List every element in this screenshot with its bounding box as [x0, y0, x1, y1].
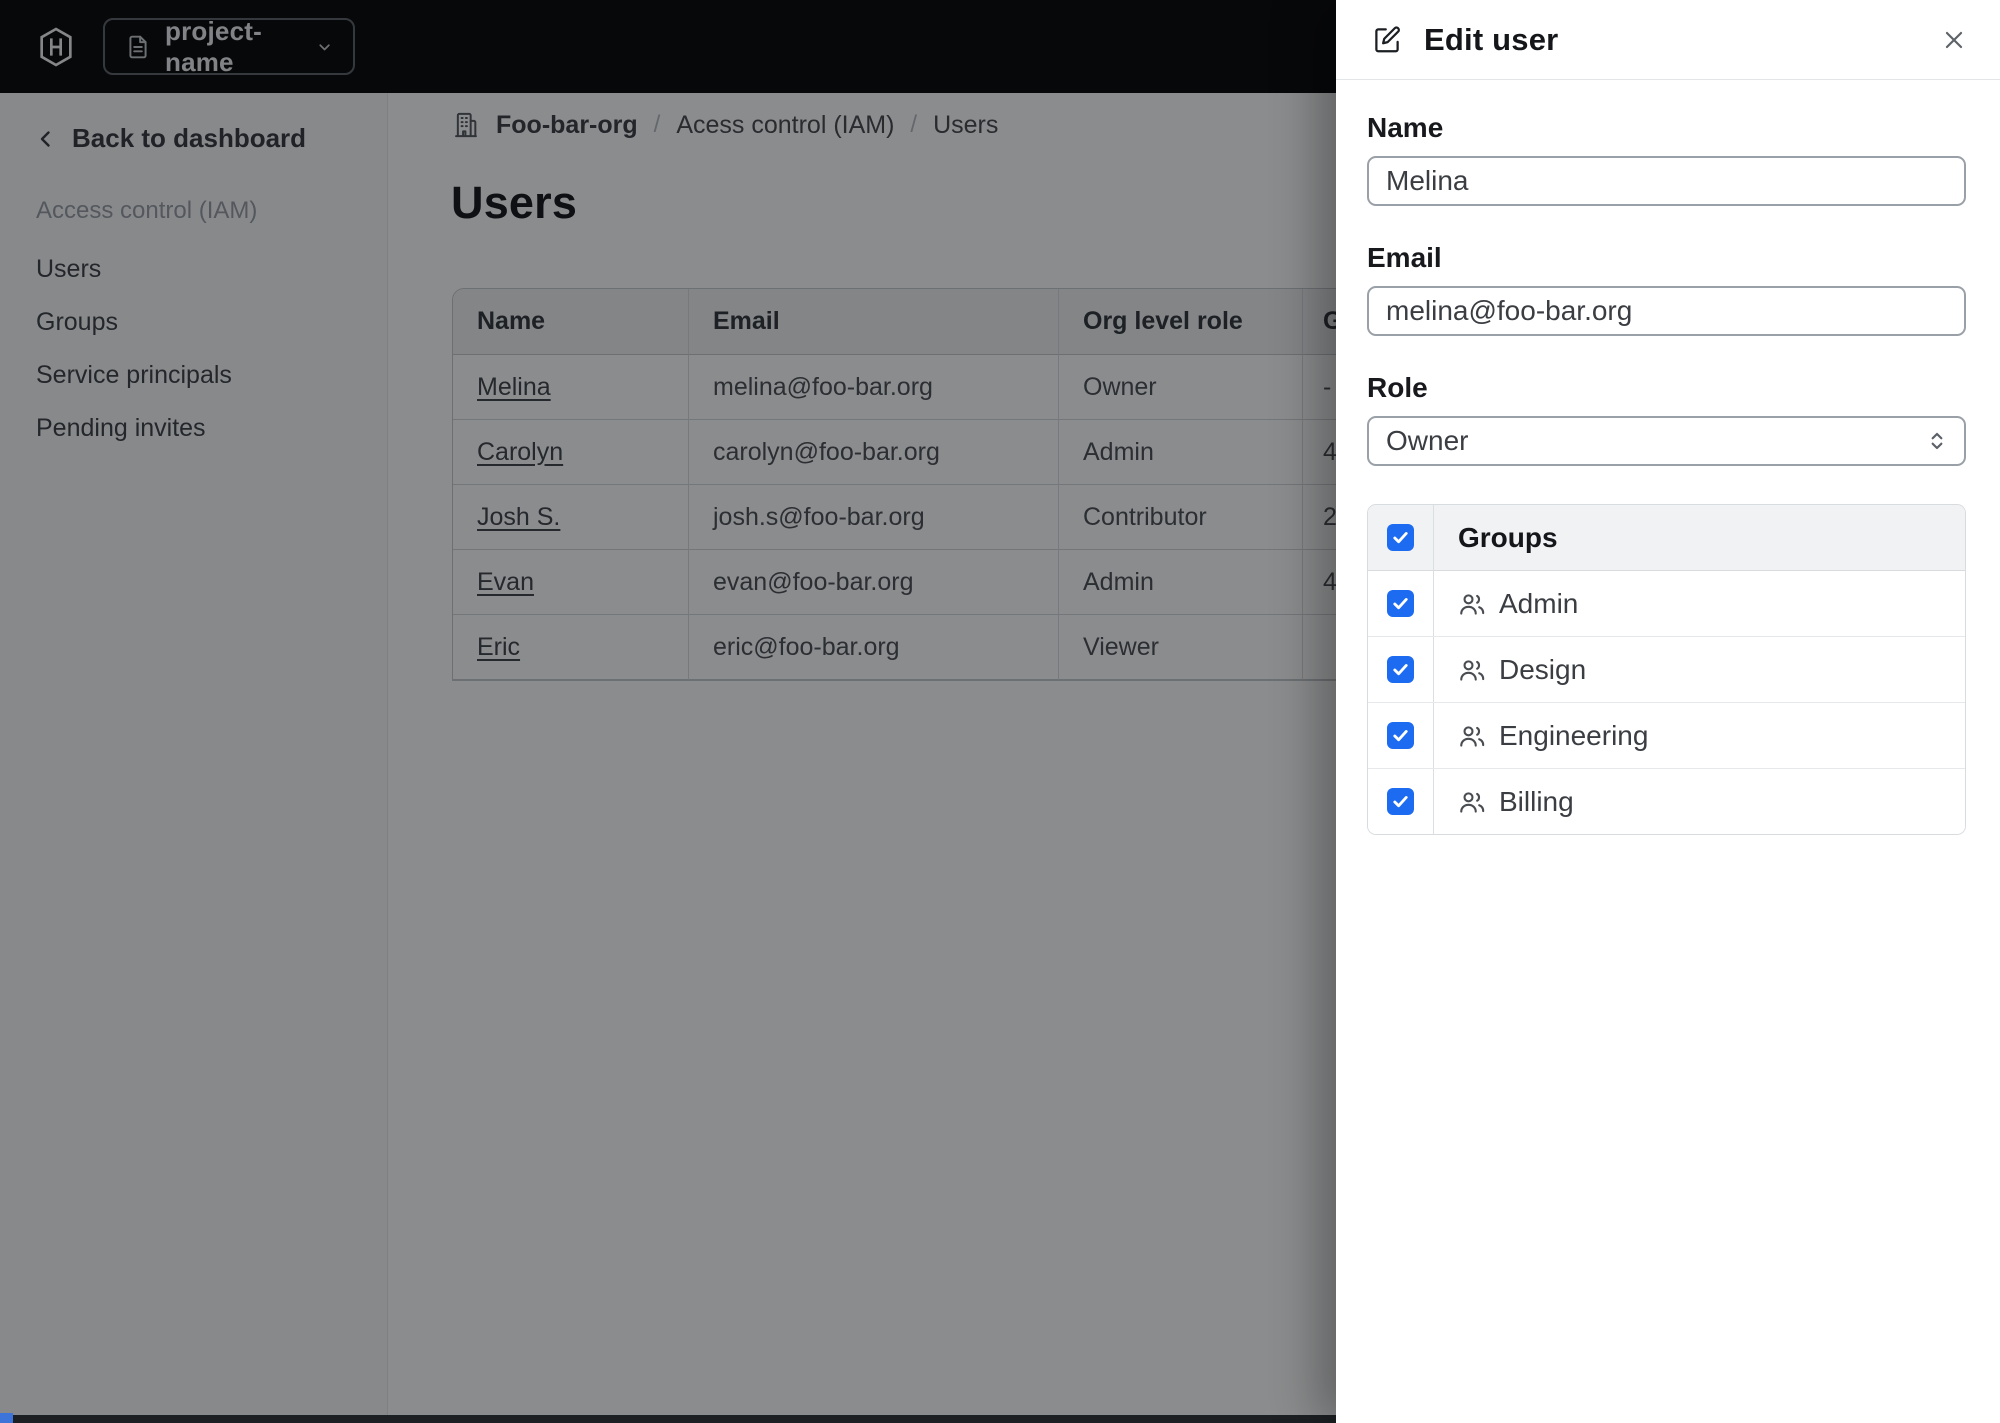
- role-field-label: Role: [1367, 372, 1428, 403]
- group-label: Admin: [1499, 587, 1579, 619]
- group-checkbox[interactable]: [1387, 788, 1414, 815]
- drawer-body: Name Email Role Owner: [1336, 112, 2000, 835]
- users-group-icon: [1460, 725, 1485, 747]
- checkmark-icon: [1393, 664, 1408, 676]
- group-row-billing: Billing: [1368, 769, 1965, 834]
- app-root: project-name Back to dashboard Access co…: [0, 0, 2000, 1423]
- checkmark-icon: [1393, 796, 1408, 808]
- users-group-icon: [1460, 659, 1485, 681]
- role-select-value: Owner: [1386, 425, 1469, 456]
- groups-card: Groups Admin Design Engineering Billing: [1367, 504, 1966, 835]
- modal-overlay[interactable]: [0, 0, 1336, 1423]
- role-select[interactable]: Owner: [1367, 416, 1966, 466]
- groups-header-row: Groups: [1368, 505, 1965, 571]
- email-field[interactable]: [1367, 286, 1966, 336]
- checkmark-icon: [1393, 532, 1408, 544]
- edit-pencil-square-icon: [1375, 26, 1400, 52]
- group-row-admin: Admin: [1368, 571, 1965, 637]
- group-label: Billing: [1499, 785, 1574, 817]
- users-group-icon: [1460, 593, 1485, 615]
- group-checkbox[interactable]: [1387, 722, 1414, 749]
- name-field-label: Name: [1367, 112, 1444, 143]
- close-icon[interactable]: [1932, 18, 1976, 62]
- drawer-header: Edit user: [1336, 0, 2000, 80]
- checkmark-icon: [1393, 598, 1408, 610]
- group-row-design: Design: [1368, 637, 1965, 703]
- corner-accent: [0, 1413, 13, 1423]
- group-label: Engineering: [1499, 719, 1649, 751]
- drawer-title: Edit user: [1424, 21, 1559, 57]
- group-checkbox[interactable]: [1387, 590, 1414, 617]
- group-label: Design: [1499, 653, 1587, 685]
- edit-user-drawer: Edit user Name Email Role Owner: [1336, 0, 2000, 1423]
- email-field-label: Email: [1367, 242, 1442, 273]
- users-group-icon: [1460, 791, 1485, 813]
- group-checkbox[interactable]: [1387, 656, 1414, 683]
- groups-select-all-checkbox[interactable]: [1387, 524, 1414, 551]
- select-stepper-icon: [1931, 432, 1943, 450]
- checkmark-icon: [1393, 730, 1408, 742]
- name-field[interactable]: [1367, 156, 1966, 206]
- group-row-engineering: Engineering: [1368, 703, 1965, 769]
- groups-header-label: Groups: [1458, 521, 1558, 553]
